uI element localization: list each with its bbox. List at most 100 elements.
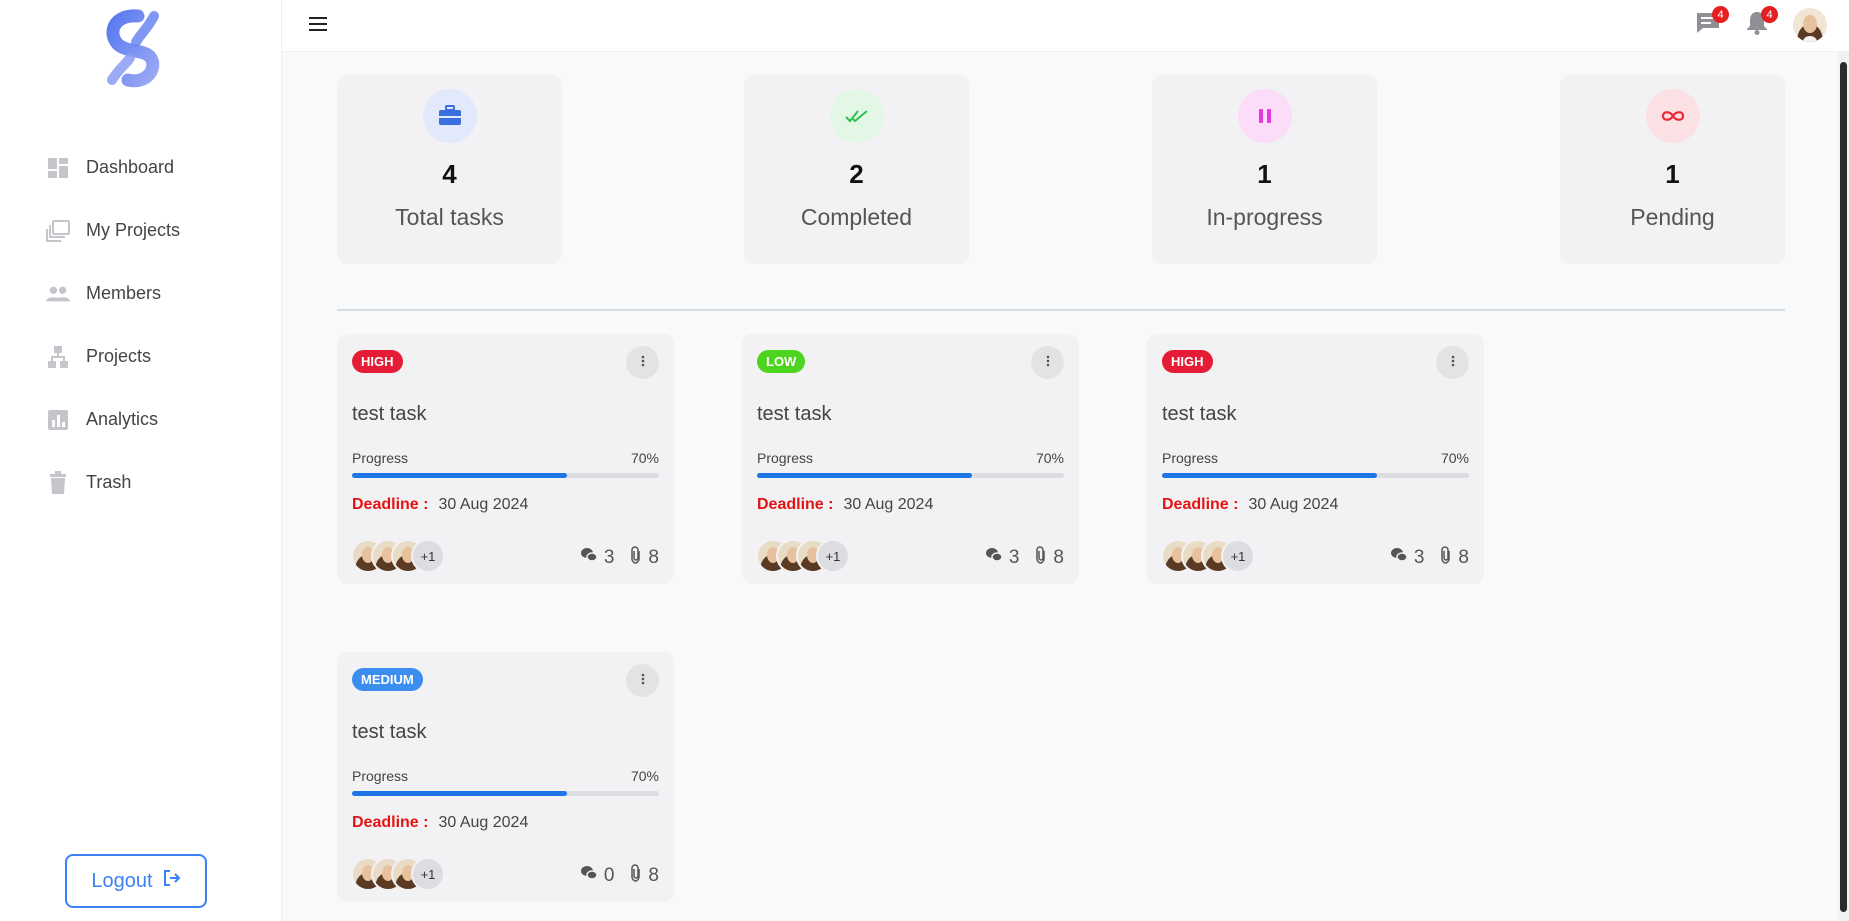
- progress-percent: 70%: [630, 768, 659, 784]
- kebab-icon: [641, 672, 645, 690]
- extra-members-count: +1: [816, 539, 850, 573]
- app-logo[interactable]: [98, 8, 170, 88]
- sidebar-item-label: Dashboard: [86, 157, 175, 177]
- messages-button[interactable]: 4: [1693, 6, 1729, 40]
- comments-count[interactable]: 0: [580, 865, 614, 887]
- page-scrollbar[interactable]: [1838, 52, 1849, 921]
- deadline: Deadline : 30 Aug 2024: [757, 496, 933, 514]
- sidebar-item-label: Trash: [86, 472, 132, 492]
- attachments-count[interactable]: 8: [1035, 546, 1064, 570]
- sidebar-item-label: Members: [86, 283, 162, 303]
- comments-icon: [580, 865, 598, 887]
- attachments-count[interactable]: 8: [630, 546, 659, 570]
- kebab-icon: [1046, 354, 1050, 372]
- comments-count[interactable]: 3: [1390, 547, 1424, 569]
- topbar: 4 4: [282, 0, 1849, 52]
- paperclip-icon: [1035, 546, 1047, 570]
- priority-badge: HIGH: [352, 350, 403, 373]
- sidebar: Dashboard My Projects Members Projects A…: [0, 0, 282, 921]
- stat-card-pending: 1 Pending: [1560, 75, 1785, 264]
- stat-value: 4: [442, 159, 457, 189]
- logout-icon: [163, 869, 181, 893]
- deadline-label: Deadline :: [757, 496, 834, 513]
- deadline-date: 30 Aug 2024: [843, 496, 934, 513]
- task-title: test task: [352, 721, 427, 743]
- extra-members-count: +1: [411, 539, 445, 573]
- logout-label: Logout: [91, 869, 153, 892]
- task-card[interactable]: HIGH test task Progress 70% Deadline : 30…: [337, 334, 674, 584]
- attachments-value: 8: [648, 547, 659, 568]
- scrollbar-thumb[interactable]: [1840, 62, 1847, 912]
- sidebar-item-projects[interactable]: Projects: [46, 325, 180, 388]
- stat-label: Pending: [1630, 204, 1715, 230]
- comments-count[interactable]: 3: [580, 547, 614, 569]
- more-options-button[interactable]: [1031, 346, 1064, 379]
- briefcase-icon: [422, 89, 477, 143]
- priority-badge: HIGH: [1162, 350, 1213, 373]
- deadline: Deadline : 30 Aug 2024: [352, 496, 528, 514]
- stat-value: 1: [1257, 159, 1272, 189]
- task-meta: 0 8: [580, 864, 659, 888]
- progress-percent: 70%: [1035, 450, 1064, 466]
- sidebar-item-my-projects[interactable]: My Projects: [46, 199, 180, 262]
- attachments-value: 8: [1053, 547, 1064, 568]
- menu-toggle-icon[interactable]: [306, 12, 330, 36]
- attachments-value: 8: [648, 865, 659, 886]
- paperclip-icon: [630, 546, 642, 570]
- attachments-count[interactable]: 8: [1440, 546, 1469, 570]
- task-card[interactable]: HIGH test task Progress 70% Deadline : 30…: [1147, 334, 1484, 584]
- comments-count[interactable]: 3: [985, 547, 1020, 569]
- sidebar-item-trash[interactable]: Trash: [46, 451, 180, 514]
- extra-members-count: +1: [411, 857, 445, 891]
- comments-icon: [580, 547, 598, 569]
- user-avatar[interactable]: [1793, 8, 1827, 42]
- progress-fill: [1162, 473, 1377, 478]
- messages-count-badge: 4: [1712, 6, 1729, 23]
- priority-badge: LOW: [757, 350, 806, 373]
- stat-card-completed: 2 Completed: [744, 75, 969, 264]
- stat-value: 1: [1665, 159, 1680, 189]
- stat-label: In-progress: [1206, 204, 1323, 230]
- progress-bar: [757, 473, 1064, 478]
- pause-icon: [1237, 89, 1292, 143]
- logout-button[interactable]: Logout: [65, 854, 207, 908]
- progress-label: Progress: [1162, 450, 1219, 466]
- dashboard-icon: [46, 156, 70, 180]
- comments-icon: [1390, 547, 1408, 569]
- task-title: test task: [1162, 403, 1237, 425]
- progress-percent: 70%: [1440, 450, 1469, 466]
- task-meta: 3 8: [1390, 546, 1469, 570]
- progress-label: Progress: [352, 450, 409, 466]
- comments-icon: [985, 547, 1003, 569]
- progress-bar: [352, 473, 659, 478]
- progress-bar: [1162, 473, 1469, 478]
- comments-value: 3: [1008, 547, 1020, 568]
- stat-card-total-tasks: 4 Total tasks: [337, 75, 562, 264]
- stat-label: Total tasks: [395, 204, 504, 230]
- progress-label: Progress: [352, 768, 409, 784]
- attachments-count[interactable]: 8: [630, 864, 659, 888]
- sidebar-item-members[interactable]: Members: [46, 262, 180, 325]
- sidebar-nav: Dashboard My Projects Members Projects A…: [46, 136, 180, 514]
- more-options-button[interactable]: [626, 664, 659, 697]
- more-options-button[interactable]: [626, 346, 659, 379]
- sidebar-item-label: Analytics: [86, 409, 159, 429]
- task-title: test task: [352, 403, 427, 425]
- section-divider: [337, 309, 1785, 311]
- deadline-label: Deadline :: [352, 814, 429, 831]
- deadline-date: 30 Aug 2024: [438, 814, 529, 831]
- double-check-icon: [829, 89, 884, 143]
- kebab-icon: [641, 354, 645, 372]
- sidebar-item-analytics[interactable]: Analytics: [46, 388, 180, 451]
- trash-icon: [46, 470, 70, 495]
- extra-members-count: +1: [1221, 539, 1255, 573]
- task-card[interactable]: LOW test task Progress 70% Deadline : 30 …: [742, 334, 1079, 584]
- paperclip-icon: [1440, 546, 1452, 570]
- sidebar-item-label: My Projects: [86, 220, 181, 240]
- task-card[interactable]: MEDIUM test task Progress 70% Deadline :…: [337, 652, 674, 902]
- sidebar-item-dashboard[interactable]: Dashboard: [46, 136, 180, 199]
- more-options-button[interactable]: [1436, 346, 1469, 379]
- task-meta: 3 8: [985, 546, 1064, 570]
- members-icon: [46, 282, 70, 306]
- notifications-button[interactable]: 4: [1742, 6, 1778, 40]
